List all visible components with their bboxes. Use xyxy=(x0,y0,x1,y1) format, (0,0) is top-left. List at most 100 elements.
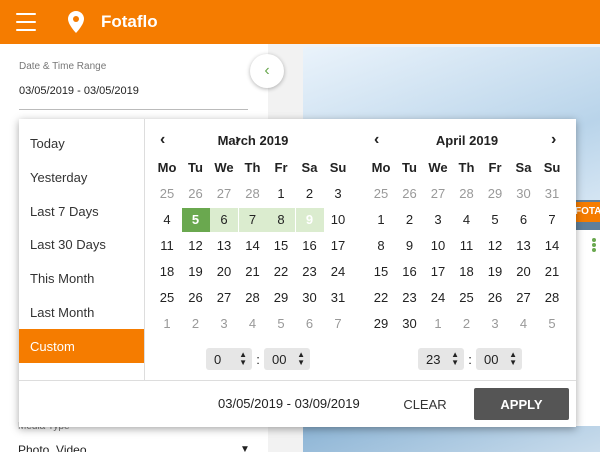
calendar-day[interactable]: 13 xyxy=(210,234,238,258)
calendar-day[interactable]: 23 xyxy=(296,260,324,284)
calendar-day[interactable]: 19 xyxy=(182,260,210,284)
calendar-day[interactable]: 9 xyxy=(295,208,324,232)
calendar-day[interactable]: 31 xyxy=(324,286,352,310)
preset-last-7-days[interactable]: Last 7 Days xyxy=(19,194,144,228)
calendar-day[interactable]: 21 xyxy=(538,260,566,284)
calendar-day[interactable]: 27 xyxy=(510,286,538,310)
calendar-day[interactable]: 6 xyxy=(510,208,538,232)
end-hour-select[interactable]: 23 ▲ ▼ xyxy=(418,348,464,370)
more-options-icon[interactable] xyxy=(592,238,596,252)
calendar-day[interactable]: 8 xyxy=(267,208,295,232)
calendar-day[interactable]: 15 xyxy=(367,260,395,284)
calendar-day[interactable]: 30 xyxy=(296,286,324,310)
next-month-icon[interactable]: › xyxy=(235,131,240,149)
apply-button[interactable]: APPLY xyxy=(474,388,569,420)
preset-custom[interactable]: Custom xyxy=(19,329,144,363)
calendar-day[interactable]: 29 xyxy=(367,312,395,336)
calendar-day[interactable]: 26 xyxy=(396,182,424,206)
calendar-day[interactable]: 17 xyxy=(424,260,452,284)
calendar-day[interactable]: 5 xyxy=(481,208,509,232)
calendar-day[interactable]: 23 xyxy=(396,286,424,310)
clear-button[interactable]: CLEAR xyxy=(395,389,455,419)
calendar-day[interactable]: 2 xyxy=(296,182,324,206)
calendar-day[interactable]: 27 xyxy=(424,182,452,206)
calendar-day[interactable]: 1 xyxy=(367,208,395,232)
calendar-day[interactable]: 7 xyxy=(238,208,267,232)
calendar-day[interactable]: 28 xyxy=(239,286,267,310)
calendar-day[interactable]: 2 xyxy=(396,208,424,232)
prev-month-icon[interactable]: ‹ xyxy=(160,131,165,149)
calendar-day[interactable]: 27 xyxy=(210,286,238,310)
start-hour-select[interactable]: 0 ▲ ▼ xyxy=(206,348,252,370)
calendar-day[interactable]: 12 xyxy=(182,234,210,258)
calendar-day[interactable]: 26 xyxy=(182,286,210,310)
calendar-day[interactable]: 10 xyxy=(324,208,352,232)
calendar-day[interactable]: 16 xyxy=(396,260,424,284)
calendar-day[interactable]: 18 xyxy=(453,260,481,284)
calendar-day[interactable]: 7 xyxy=(538,208,566,232)
calendar-day[interactable]: 14 xyxy=(239,234,267,258)
calendar-day[interactable]: 2 xyxy=(182,312,210,336)
end-minute-select[interactable]: 00 ▲ ▼ xyxy=(476,348,522,370)
calendar-day[interactable]: 27 xyxy=(210,182,238,206)
calendar-day[interactable]: 26 xyxy=(182,182,210,206)
menu-icon[interactable] xyxy=(16,13,36,31)
calendar-day[interactable]: 15 xyxy=(267,234,295,258)
collapse-panel-button[interactable]: ‹ xyxy=(250,54,284,88)
dropdown-caret-icon[interactable]: ▼ xyxy=(240,444,250,452)
calendar-day[interactable]: 30 xyxy=(510,182,538,206)
calendar-day[interactable]: 18 xyxy=(153,260,181,284)
calendar-day[interactable]: 28 xyxy=(239,182,267,206)
calendar-day[interactable]: 3 xyxy=(481,312,509,336)
preset-last-30-days[interactable]: Last 30 Days xyxy=(19,227,144,261)
media-type-select[interactable]: Photo, Video xyxy=(18,443,87,452)
calendar-day[interactable]: 4 xyxy=(510,312,538,336)
calendar-day[interactable]: 9 xyxy=(396,234,424,258)
calendar-day[interactable]: 11 xyxy=(153,234,181,258)
calendar-day[interactable]: 10 xyxy=(424,234,452,258)
calendar-day[interactable]: 20 xyxy=(210,260,238,284)
calendar-day[interactable]: 22 xyxy=(367,286,395,310)
calendar-day[interactable]: 26 xyxy=(481,286,509,310)
calendar-day[interactable]: 28 xyxy=(538,286,566,310)
preset-today[interactable]: Today xyxy=(19,126,144,160)
prev-month-icon[interactable]: ‹ xyxy=(374,131,379,149)
calendar-day[interactable]: 13 xyxy=(510,234,538,258)
calendar-day[interactable]: 8 xyxy=(367,234,395,258)
calendar-day[interactable]: 21 xyxy=(239,260,267,284)
calendar-day[interactable]: 5 xyxy=(181,208,210,232)
next-month-icon[interactable]: › xyxy=(551,131,556,149)
preset-last-month[interactable]: Last Month xyxy=(19,295,144,329)
calendar-day[interactable]: 2 xyxy=(453,312,481,336)
preset-yesterday[interactable]: Yesterday xyxy=(19,160,144,194)
calendar-day[interactable]: 25 xyxy=(453,286,481,310)
calendar-day[interactable]: 30 xyxy=(396,312,424,336)
calendar-day[interactable]: 11 xyxy=(453,234,481,258)
calendar-day[interactable]: 1 xyxy=(153,312,181,336)
calendar-day[interactable]: 29 xyxy=(481,182,509,206)
calendar-day[interactable]: 16 xyxy=(296,234,324,258)
calendar-day[interactable]: 1 xyxy=(424,312,452,336)
date-range-field[interactable]: 03/05/2019 - 03/05/2019 xyxy=(19,85,139,97)
calendar-day[interactable]: 5 xyxy=(538,312,566,336)
calendar-day[interactable]: 24 xyxy=(424,286,452,310)
calendar-day[interactable]: 25 xyxy=(153,182,181,206)
calendar-day[interactable]: 5 xyxy=(267,312,295,336)
calendar-day[interactable]: 14 xyxy=(538,234,566,258)
calendar-day[interactable]: 12 xyxy=(481,234,509,258)
calendar-day[interactable]: 6 xyxy=(210,208,238,232)
calendar-day[interactable]: 4 xyxy=(239,312,267,336)
calendar-day[interactable]: 17 xyxy=(324,234,352,258)
calendar-day[interactable]: 4 xyxy=(153,208,181,232)
calendar-day[interactable]: 7 xyxy=(324,312,352,336)
calendar-day[interactable]: 25 xyxy=(367,182,395,206)
calendar-day[interactable]: 28 xyxy=(453,182,481,206)
calendar-day[interactable]: 31 xyxy=(538,182,566,206)
preset-this-month[interactable]: This Month xyxy=(19,261,144,295)
calendar-day[interactable]: 6 xyxy=(296,312,324,336)
calendar-day[interactable]: 3 xyxy=(324,182,352,206)
calendar-day[interactable]: 25 xyxy=(153,286,181,310)
calendar-day[interactable]: 29 xyxy=(267,286,295,310)
start-minute-select[interactable]: 00 ▲ ▼ xyxy=(264,348,310,370)
calendar-day[interactable]: 1 xyxy=(267,182,295,206)
